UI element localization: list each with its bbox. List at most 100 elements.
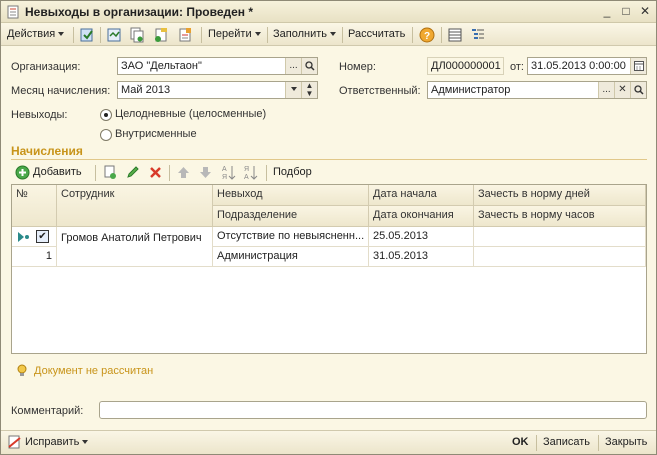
- section-divider: [11, 159, 647, 160]
- fix-menu[interactable]: Исправить: [25, 436, 89, 448]
- employee-cell[interactable]: Громов Анатолий Петрович: [57, 227, 213, 267]
- comment-label: Комментарий:: [11, 405, 84, 417]
- delete-icon[interactable]: [148, 165, 163, 180]
- open-search-icon[interactable]: [301, 58, 317, 74]
- intraday-radio[interactable]: [100, 129, 112, 141]
- column-header-employee[interactable]: Сотрудник: [57, 185, 213, 227]
- document-window: Невыходы в организации: Проведен * _ □ ✕…: [0, 0, 657, 455]
- add-document-icon[interactable]: [153, 27, 169, 43]
- column-header-date-end[interactable]: Дата окончания: [369, 206, 474, 227]
- copy-document-icon[interactable]: [129, 27, 145, 43]
- title-bar: Невыходы в организации: Проведен * _ □ ✕: [1, 1, 656, 23]
- ok-button[interactable]: OK: [512, 436, 529, 448]
- post-icon[interactable]: [106, 27, 122, 43]
- chevron-down-icon: [254, 32, 261, 37]
- department-cell[interactable]: Администрация: [213, 247, 369, 267]
- comment-input[interactable]: [99, 401, 647, 419]
- responsible-field[interactable]: Администратор ... ✕: [427, 81, 647, 99]
- toolbar: Действия Перейти Заполнить Рассчитать ?: [1, 24, 656, 46]
- svg-text:A: A: [244, 174, 249, 181]
- count-hours-cell[interactable]: [474, 247, 646, 267]
- edit-icon[interactable]: [125, 165, 140, 180]
- date-field[interactable]: 31.05.2013 0:00:00: [527, 57, 647, 75]
- from-label: от:: [510, 61, 524, 73]
- svg-text:?: ?: [424, 31, 430, 42]
- svg-text:Я: Я: [244, 166, 249, 173]
- number-value: ДЛ000000001: [431, 60, 501, 72]
- row-marker-cell: ✔: [12, 227, 57, 247]
- close-button[interactable]: Закрыть: [605, 436, 647, 448]
- column-header-absence[interactable]: Невыход: [213, 185, 369, 206]
- current-row-icon: [18, 232, 29, 242]
- add-icon[interactable]: [15, 165, 30, 180]
- toolbar-divider: [100, 27, 101, 43]
- count-days-cell[interactable]: [474, 227, 646, 247]
- absence-cell[interactable]: Отсутствие по невыясненн...: [213, 227, 369, 247]
- structure-icon[interactable]: [177, 27, 193, 43]
- calculate-button[interactable]: Рассчитать: [348, 28, 405, 40]
- window-title: Невыходы в организации: Проведен *: [25, 5, 254, 19]
- date-value: 31.05.2013 0:00:00: [531, 60, 626, 72]
- column-header-date-start[interactable]: Дата начала: [369, 185, 474, 206]
- actions-label: Действия: [7, 28, 56, 40]
- toolbar-divider: [201, 27, 202, 43]
- sort-ascending-icon[interactable]: A Я: [221, 164, 236, 181]
- organization-value: ЗАО "Дельтаон": [121, 60, 202, 72]
- dropdown-icon[interactable]: [285, 82, 301, 98]
- save-button[interactable]: Записать: [543, 436, 590, 448]
- organization-field[interactable]: ЗАО "Дельтаон" ...: [117, 57, 318, 75]
- checkbox-checked-icon[interactable]: ✔: [36, 230, 49, 243]
- clear-icon[interactable]: ✕: [614, 82, 630, 98]
- organization-label: Организация:: [11, 61, 81, 73]
- fill-menu[interactable]: Заполнить: [273, 28, 337, 40]
- chevron-down-icon: [58, 32, 65, 37]
- table-layout-icon[interactable]: [447, 27, 463, 43]
- month-value: Май 2013: [121, 84, 171, 96]
- toolbar-divider: [169, 165, 170, 181]
- move-up-icon[interactable]: [176, 165, 191, 180]
- pick-button[interactable]: Подбор: [273, 166, 312, 178]
- fix-document-icon[interactable]: [7, 435, 22, 450]
- open-search-icon[interactable]: [630, 82, 646, 98]
- date-end-cell[interactable]: 31.05.2013: [369, 247, 474, 267]
- move-down-icon[interactable]: [198, 165, 213, 180]
- column-header-count-days[interactable]: Зачесть в норму дней: [474, 185, 646, 206]
- help-icon[interactable]: ?: [419, 27, 435, 43]
- select-ellipsis-icon[interactable]: ...: [598, 82, 614, 98]
- fullday-radio-label[interactable]: Целодневные (целосменные): [115, 108, 266, 120]
- spin-icon[interactable]: ▲ ▼: [301, 82, 317, 98]
- month-field[interactable]: Май 2013 ▲ ▼: [117, 81, 318, 99]
- number-field[interactable]: ДЛ000000001: [427, 57, 504, 75]
- post-and-close-icon[interactable]: [79, 27, 95, 43]
- column-header-department[interactable]: Подразделение: [213, 206, 369, 227]
- toolbar-divider: [441, 27, 442, 43]
- goto-menu[interactable]: Перейти: [208, 28, 261, 40]
- minimize-icon[interactable]: _: [599, 4, 615, 19]
- info-bulb-icon: [17, 364, 27, 376]
- toolbar-divider: [342, 27, 343, 43]
- toolbar-divider: [73, 27, 74, 43]
- number-label: Номер:: [339, 61, 376, 73]
- actions-menu[interactable]: Действия: [7, 28, 65, 40]
- calendar-icon[interactable]: [630, 58, 646, 74]
- column-header-count-hours[interactable]: Зачесть в норму часов: [474, 206, 646, 227]
- fullday-radio[interactable]: [100, 109, 112, 121]
- toolbar-divider: [598, 435, 599, 451]
- absences-label: Невыходы:: [11, 109, 68, 121]
- sort-descending-icon[interactable]: Я A: [243, 164, 258, 181]
- select-ellipsis-icon[interactable]: ...: [285, 58, 301, 74]
- date-start-cell[interactable]: 25.05.2013: [369, 227, 474, 247]
- chevron-down-icon: [330, 32, 337, 37]
- chevron-down-icon: [82, 440, 89, 445]
- close-icon[interactable]: ✕: [637, 4, 653, 19]
- intraday-radio-label[interactable]: Внутрисменные: [115, 128, 197, 140]
- add-button[interactable]: Добавить: [33, 166, 82, 178]
- copy-row-icon[interactable]: [103, 165, 118, 180]
- document-icon: [7, 5, 19, 19]
- column-header-num[interactable]: №: [12, 185, 57, 227]
- status-message: Документ не рассчитан: [34, 365, 154, 377]
- goto-label: Перейти: [208, 28, 252, 40]
- accruals-section-title: Начисления: [11, 144, 83, 158]
- maximize-icon[interactable]: □: [618, 4, 634, 19]
- list-settings-icon[interactable]: [470, 27, 486, 43]
